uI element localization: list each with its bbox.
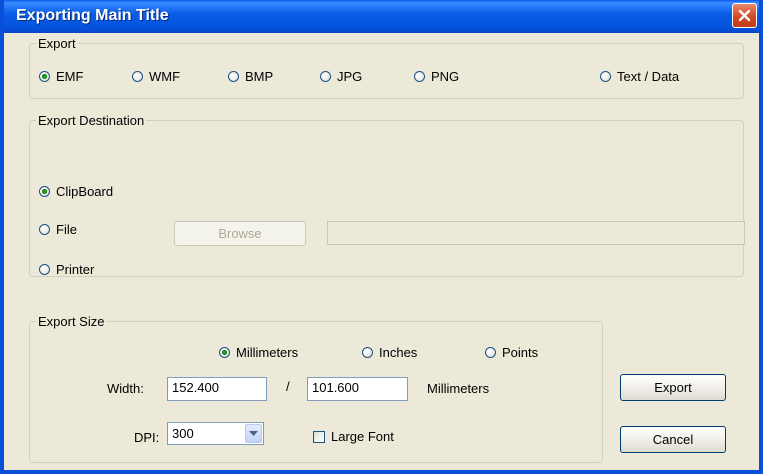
export-button[interactable]: Export (620, 374, 726, 401)
height-input[interactable]: 101.600 (307, 377, 408, 401)
checkbox-box (313, 430, 325, 443)
export-format-legend: Export (38, 36, 76, 51)
unit-label: Millimeters (427, 381, 490, 396)
radio-dot (485, 346, 496, 358)
radio-dot (414, 70, 425, 82)
window-title: Exporting Main Title (16, 7, 169, 24)
export-size-legend: Export Size (38, 314, 105, 329)
radio-dot (39, 223, 50, 235)
radio-clipboard[interactable]: ClipBoard (39, 182, 113, 200)
radio-inches[interactable]: Inches (362, 343, 417, 361)
radio-png-label: PNG (431, 68, 460, 84)
large-font-label: Large Font (331, 429, 394, 444)
radio-dot (39, 263, 50, 275)
dpi-select[interactable]: 300 (167, 422, 264, 445)
radio-millimeters[interactable]: Millimeters (219, 343, 298, 361)
radio-points[interactable]: Points (485, 343, 538, 361)
radio-jpg[interactable]: JPG (320, 67, 362, 85)
chevron-down-icon (249, 430, 258, 436)
radio-inches-label: Inches (379, 344, 418, 360)
radio-file-label: File (56, 221, 77, 237)
radio-wmf-label: WMF (149, 68, 181, 84)
title-bar[interactable]: Exporting Main Title (4, 0, 759, 33)
width-label: Width: (107, 381, 144, 396)
dpi-label: DPI: (134, 430, 160, 445)
radio-dot (39, 185, 50, 197)
radio-dot (362, 346, 373, 358)
dialog-window: Exporting Main Title Export EMF WMF BMP … (0, 0, 763, 474)
dropdown-arrow-button[interactable] (245, 424, 262, 443)
radio-dot (39, 70, 50, 82)
radio-millimeters-label: Millimeters (236, 344, 299, 360)
radio-clipboard-label: ClipBoard (56, 183, 114, 199)
radio-dot (320, 70, 331, 82)
radio-dot (228, 70, 239, 82)
radio-bmp[interactable]: BMP (228, 67, 273, 85)
close-icon (738, 9, 751, 22)
export-destination-group: Export Destination (29, 113, 744, 277)
radio-emf[interactable]: EMF (39, 67, 83, 85)
radio-bmp-label: BMP (245, 68, 274, 84)
file-path-input[interactable] (327, 221, 745, 245)
dpi-value: 300 (172, 426, 194, 441)
dialog-client: Export EMF WMF BMP JPG PNG Text / Data E… (4, 33, 759, 470)
cancel-button[interactable]: Cancel (620, 426, 726, 453)
radio-emf-label: EMF (56, 68, 84, 84)
export-destination-legend: Export Destination (38, 113, 145, 128)
browse-button[interactable]: Browse (174, 221, 306, 246)
close-button[interactable] (732, 3, 757, 28)
radio-points-label: Points (502, 344, 539, 360)
radio-file[interactable]: File (39, 220, 77, 238)
large-font-checkbox[interactable]: Large Font (313, 429, 394, 444)
radio-text-data-label: Text / Data (617, 68, 680, 84)
radio-wmf[interactable]: WMF (132, 67, 180, 85)
radio-dot (219, 346, 230, 358)
radio-dot (600, 70, 611, 82)
radio-printer[interactable]: Printer (39, 260, 94, 278)
radio-jpg-label: JPG (337, 68, 363, 84)
radio-printer-label: Printer (56, 261, 95, 277)
radio-png[interactable]: PNG (414, 67, 459, 85)
width-input[interactable]: 152.400 (167, 377, 267, 401)
dimension-separator: / (286, 379, 290, 394)
radio-dot (132, 70, 143, 82)
radio-text-data[interactable]: Text / Data (600, 67, 679, 85)
